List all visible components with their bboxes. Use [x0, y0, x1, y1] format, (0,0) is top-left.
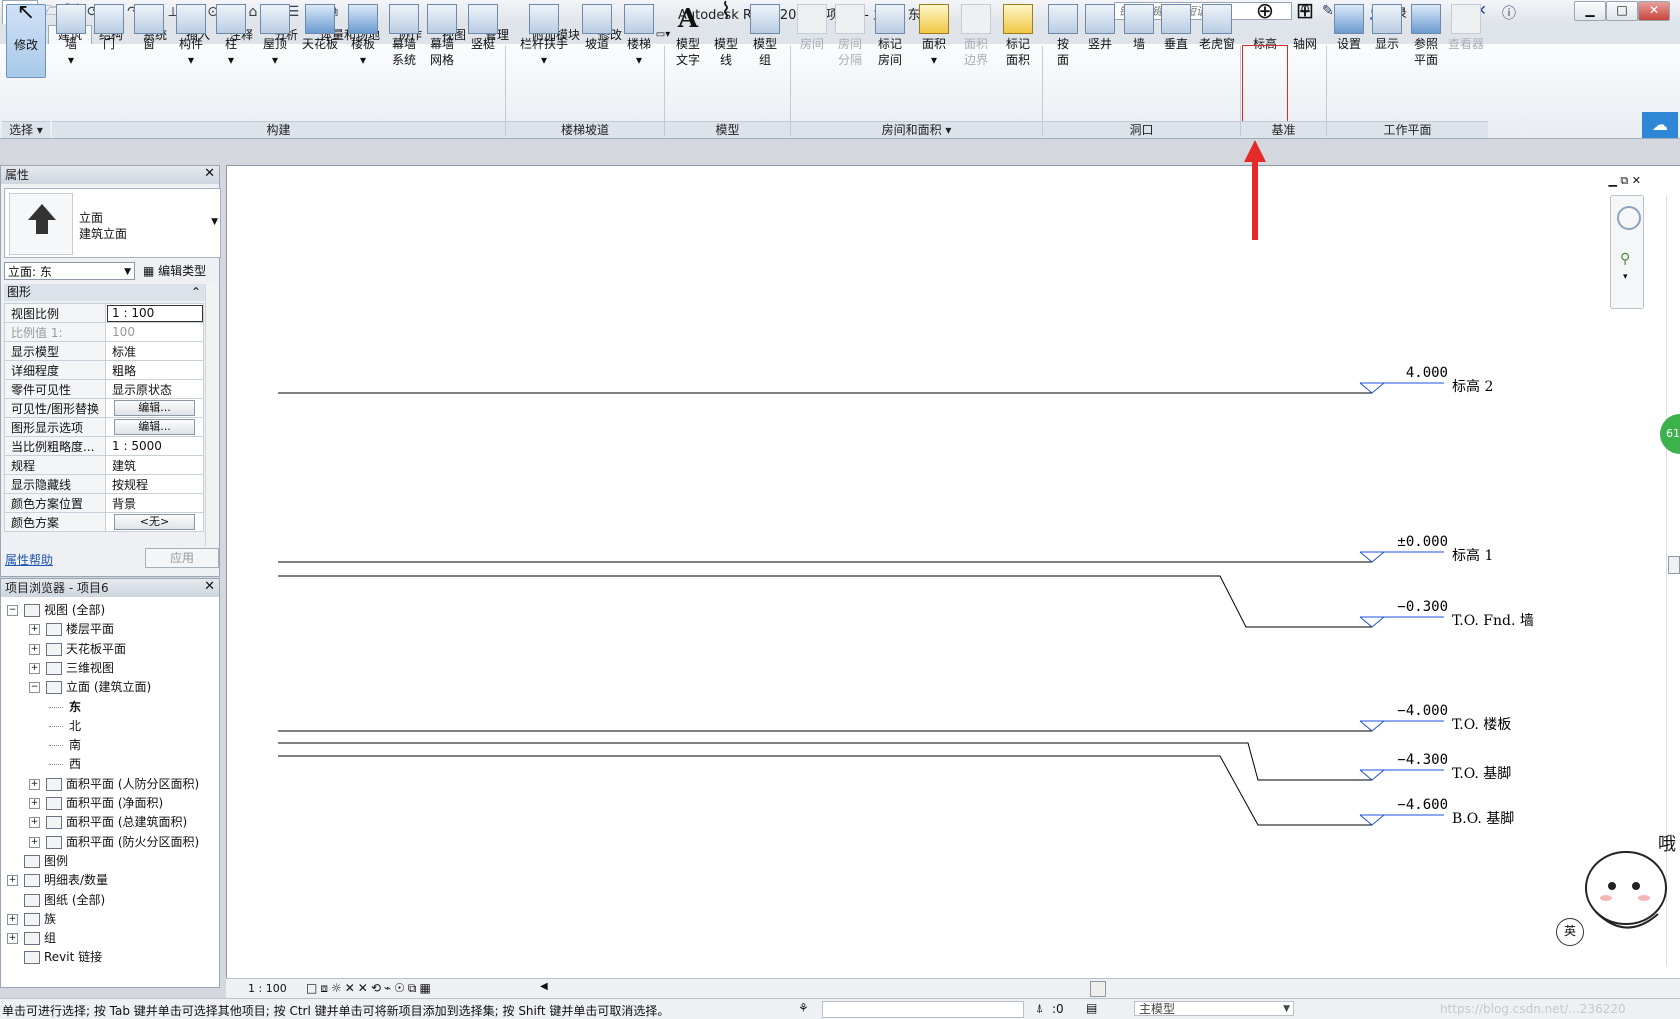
- level-name[interactable]: 标高 1: [1452, 547, 1493, 564]
- model-select[interactable]: 主模型 ▼: [1134, 1001, 1294, 1016]
- level-line[interactable]: [278, 742, 1372, 781]
- status-bar: 单击可进行选择; 按 Tab 键并单击可选择其他项目; 按 Ctrl 键并单击可…: [0, 998, 1680, 1019]
- level-name[interactable]: B.O. 基脚: [1452, 810, 1514, 827]
- elevation-drawing: 4.000标高 2 ±0.000标高 1 −0.300T.O. Fnd. 墙 −4.0…: [278, 365, 1534, 827]
- level-elevation-value[interactable]: 4.000: [1406, 365, 1448, 381]
- scroll-left-icon[interactable]: ◀: [540, 981, 548, 992]
- design-options-icon[interactable]: ▤: [1086, 1001, 1097, 1015]
- chevron-down-icon: ▼: [1283, 1004, 1290, 1014]
- level-head-symbol[interactable]: [1359, 616, 1385, 628]
- view-control-icons[interactable]: □⧈☼✕✕⟲⌁☉⧉▦: [306, 981, 434, 996]
- level-head-symbol[interactable]: [1359, 551, 1385, 563]
- model-select-value: 主模型: [1139, 1002, 1176, 1016]
- level-line[interactable]: [278, 755, 1372, 826]
- level-elevation-value[interactable]: −0.300: [1397, 599, 1448, 615]
- level-head-symbol[interactable]: [1359, 382, 1385, 394]
- level-elevation-value[interactable]: −4.000: [1397, 703, 1448, 719]
- status-text: 单击可进行选择; 按 Tab 键并单击可选择其他项目; 按 Ctrl 键并单击可…: [2, 1004, 670, 1018]
- level-elevation-value[interactable]: ±0.000: [1397, 534, 1448, 550]
- level-name[interactable]: T.O. 基脚: [1452, 765, 1511, 782]
- workset-select[interactable]: [822, 1001, 1024, 1018]
- filter-icon[interactable]: ⍋: [1036, 1001, 1043, 1016]
- watermark-text: https://blog.csdn.net/...236220: [1440, 1002, 1626, 1016]
- level-head-symbol[interactable]: [1359, 814, 1385, 826]
- view-control-bar: 1 : 100 □⧈☼✕✕⟲⌁☉⧉▦ ◀: [226, 978, 1680, 999]
- ime-indicator[interactable]: 英: [1556, 918, 1584, 946]
- level-elevation-value[interactable]: −4.300: [1397, 752, 1448, 768]
- level-name[interactable]: T.O. 楼板: [1452, 717, 1511, 733]
- level-head-symbol[interactable]: [1359, 769, 1385, 781]
- level-name[interactable]: 标高 2: [1452, 378, 1493, 395]
- selection-count: :0: [1052, 1002, 1064, 1016]
- view-scale[interactable]: 1 : 100: [248, 982, 287, 995]
- level-elevation-value[interactable]: −4.600: [1397, 797, 1448, 813]
- worksets-icon[interactable]: ⚘: [798, 1001, 809, 1015]
- level-line[interactable]: [278, 575, 1372, 628]
- annotation-arrow: [1244, 140, 1266, 240]
- level-name[interactable]: T.O. Fnd. 墙: [1452, 613, 1534, 629]
- horizontal-scroll-thumb[interactable]: [1090, 981, 1106, 997]
- mascot-text: 哦: [1658, 834, 1676, 855]
- level-head-symbol[interactable]: [1359, 720, 1385, 732]
